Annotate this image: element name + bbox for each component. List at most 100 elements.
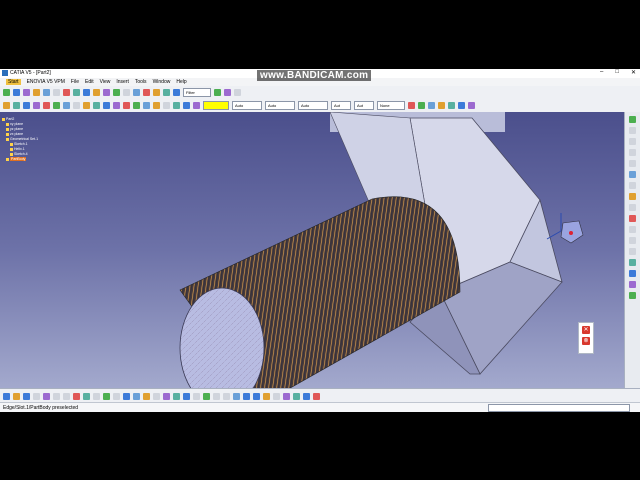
- paste-icon[interactable]: [63, 392, 70, 400]
- menu-insert[interactable]: Insert: [116, 79, 129, 85]
- undo-icon[interactable]: [73, 392, 80, 400]
- paint-icon[interactable]: [418, 101, 425, 109]
- cut-icon[interactable]: [43, 392, 50, 400]
- stop-icon[interactable]: [313, 392, 320, 400]
- fx-icon[interactable]: [103, 392, 110, 400]
- camera-icon[interactable]: [143, 101, 150, 109]
- stiffener-tool-icon[interactable]: [629, 204, 636, 211]
- pan-view-icon[interactable]: [193, 392, 200, 400]
- shell-tool-icon[interactable]: [629, 248, 636, 255]
- pocket-icon[interactable]: [73, 88, 80, 96]
- copy-icon[interactable]: [53, 392, 60, 400]
- properties-icon[interactable]: [408, 101, 415, 109]
- menu-enovia[interactable]: ENOVIA V5 VPM: [27, 79, 65, 85]
- command-input[interactable]: [488, 404, 630, 412]
- draft-icon[interactable]: [153, 88, 160, 96]
- layer-combo[interactable]: None: [377, 100, 405, 110]
- display-mode-icon[interactable]: [303, 392, 310, 400]
- rotate-icon[interactable]: [13, 101, 20, 109]
- helix-icon[interactable]: [43, 88, 50, 96]
- groove-icon[interactable]: [93, 88, 100, 96]
- rotate-view-icon[interactable]: [203, 392, 210, 400]
- measure-between-icon[interactable]: [153, 392, 160, 400]
- pad-icon[interactable]: [63, 88, 70, 96]
- move-icon[interactable]: [3, 88, 10, 96]
- color-combo[interactable]: [203, 100, 229, 110]
- menu-help[interactable]: Help: [176, 79, 186, 85]
- point-icon[interactable]: [13, 88, 20, 96]
- menu-edit[interactable]: Edit: [85, 79, 94, 85]
- render-icon[interactable]: [93, 101, 100, 109]
- compass-icon[interactable]: [545, 211, 585, 251]
- rib-tool-icon[interactable]: [629, 193, 636, 200]
- sketcher-icon[interactable]: [428, 101, 435, 109]
- measure-icon[interactable]: [214, 88, 221, 96]
- axis-icon[interactable]: [448, 101, 455, 109]
- shaded-icon[interactable]: [253, 392, 260, 400]
- wireframe-icon[interactable]: [113, 101, 120, 109]
- snap-icon[interactable]: [234, 88, 241, 96]
- linetype-combo[interactable]: Auto: [232, 100, 262, 110]
- material-icon[interactable]: [123, 101, 130, 109]
- swap-icon[interactable]: [83, 101, 90, 109]
- pocket-tool-icon[interactable]: [629, 160, 636, 167]
- plane-icon[interactable]: [33, 88, 40, 96]
- minimize-icon[interactable]: –: [600, 69, 603, 76]
- boolean-tool-icon[interactable]: [629, 281, 636, 288]
- shell-icon[interactable]: [163, 88, 170, 96]
- section-icon[interactable]: [173, 101, 180, 109]
- measure-item-icon[interactable]: [163, 392, 170, 400]
- light-icon[interactable]: [133, 101, 140, 109]
- hide-show-icon[interactable]: [73, 101, 80, 109]
- formula-icon[interactable]: [113, 392, 120, 400]
- swap-space-icon[interactable]: [273, 392, 280, 400]
- close-icon[interactable]: ✕: [631, 69, 636, 76]
- knowledge-icon[interactable]: [133, 392, 140, 400]
- shaft-tool-icon[interactable]: [629, 171, 636, 178]
- shading-icon[interactable]: [63, 101, 70, 109]
- shaft-icon[interactable]: [83, 88, 90, 96]
- save-icon[interactable]: [23, 392, 30, 400]
- iso-view-icon[interactable]: [53, 101, 60, 109]
- perspective-icon[interactable]: [183, 101, 190, 109]
- chamfer-icon[interactable]: [143, 88, 150, 96]
- update-icon[interactable]: [143, 392, 150, 400]
- line-icon[interactable]: [23, 88, 30, 96]
- grid-icon[interactable]: [163, 101, 170, 109]
- transparency-combo[interactable]: Aut: [354, 100, 374, 110]
- hole-icon[interactable]: [103, 88, 110, 96]
- filter-combo[interactable]: Filter: [183, 87, 211, 97]
- normal-icon[interactable]: [233, 392, 240, 400]
- plane-select-icon[interactable]: [438, 101, 445, 109]
- select-icon[interactable]: [629, 127, 636, 134]
- menu-view[interactable]: View: [100, 79, 111, 85]
- 3d-viewport[interactable]: Part2 xy plane yz plane zx plane Geometr…: [0, 112, 624, 388]
- weight-combo[interactable]: Auto: [298, 100, 328, 110]
- chamfer-tool-icon[interactable]: [629, 226, 636, 233]
- capture-icon[interactable]: [153, 101, 160, 109]
- multi-view-icon[interactable]: [283, 392, 290, 400]
- help-icon[interactable]: [93, 392, 100, 400]
- pad-tool-icon[interactable]: [629, 149, 636, 156]
- hole-tool-icon[interactable]: [629, 182, 636, 189]
- fly-mode-icon[interactable]: [183, 392, 190, 400]
- edge-icon[interactable]: [103, 101, 110, 109]
- inertia-icon[interactable]: [173, 392, 180, 400]
- menu-start[interactable]: Start: [6, 79, 21, 85]
- print-icon[interactable]: [33, 392, 40, 400]
- menu-file[interactable]: File: [71, 79, 79, 85]
- menu-tools[interactable]: Tools: [135, 79, 147, 85]
- isometric-icon[interactable]: [293, 392, 300, 400]
- thickness-combo[interactable]: Auto: [265, 100, 295, 110]
- pan-icon[interactable]: [3, 101, 10, 109]
- slot-icon[interactable]: [123, 88, 130, 96]
- draft-tool-icon[interactable]: [629, 237, 636, 244]
- fit-all-icon[interactable]: [33, 101, 40, 109]
- fillet-tool-icon[interactable]: [629, 215, 636, 222]
- hide-icon[interactable]: [263, 392, 270, 400]
- sketch-icon[interactable]: [53, 88, 60, 96]
- zoom-in-icon[interactable]: [213, 392, 220, 400]
- zoom-icon[interactable]: [23, 101, 30, 109]
- thread-icon[interactable]: [173, 88, 180, 96]
- pattern-tool-icon[interactable]: [629, 270, 636, 277]
